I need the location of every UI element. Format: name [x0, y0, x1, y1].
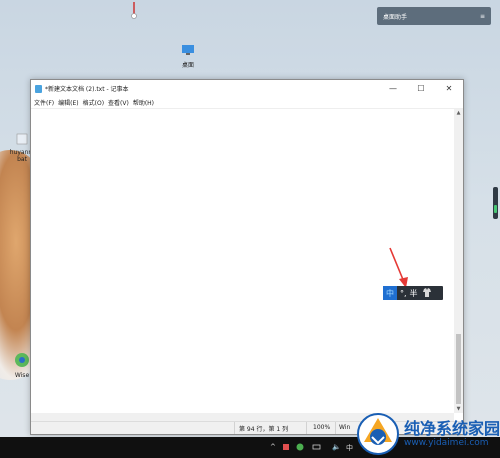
tray-up-icon[interactable]: ^: [270, 443, 276, 451]
scroll-thumb[interactable]: [456, 334, 461, 404]
speaker-icon[interactable]: 🔈: [332, 443, 341, 451]
menu-view[interactable]: 查看(V): [108, 98, 129, 107]
menu-format[interactable]: 格式(O): [83, 98, 104, 107]
watermark-url: www.yidaimei.com: [404, 438, 489, 448]
menu-bar: 文件(F) 编辑(E) 格式(O) 查看(V) 帮助(H): [31, 97, 463, 109]
window-title: *新建文本文档 (2).txt - 记事本: [45, 86, 129, 93]
logo-icon: [357, 413, 399, 455]
cursor-position: 第 94 行，第 1 列: [239, 426, 289, 433]
zoom-level: 100%: [313, 424, 331, 431]
tray-ime-indicator[interactable]: 中: [346, 443, 353, 453]
ime-width[interactable]: 半: [410, 288, 418, 299]
widget-label: 桌面助手: [383, 13, 408, 21]
line-ending: Win: [339, 424, 351, 431]
ime-mode[interactable]: 中: [383, 286, 397, 300]
watermark-title: 纯净系统家园: [404, 419, 500, 438]
side-slider[interactable]: [493, 187, 498, 219]
menu-icon[interactable]: ≡: [480, 13, 485, 20]
ime-toolbar[interactable]: 中 °, 半: [383, 286, 443, 300]
close-button[interactable]: ✕: [435, 80, 463, 97]
tray-battery-icon[interactable]: [312, 443, 322, 453]
tray-wechat-icon[interactable]: [296, 443, 304, 453]
shirt-icon[interactable]: [422, 287, 432, 299]
ime-punctuation[interactable]: °,: [400, 289, 407, 298]
annotation-arrow: [389, 247, 408, 288]
desktop-pin-icon: [131, 2, 137, 19]
maximize-button[interactable]: ☐: [407, 80, 435, 97]
tray-app-icon[interactable]: [282, 443, 290, 453]
menu-file[interactable]: 文件(F): [34, 98, 54, 107]
desktop-assistant-widget[interactable]: 桌面助手 ≡: [377, 7, 491, 25]
minimize-button[interactable]: —: [379, 80, 407, 97]
monitor-icon: [170, 44, 206, 58]
scroll-up-icon[interactable]: ▲: [454, 110, 463, 116]
title-bar[interactable]: *新建文本文档 (2).txt - 记事本 — ☐ ✕: [31, 80, 463, 97]
menu-edit[interactable]: 编辑(E): [58, 98, 78, 107]
desktop-icon-folder[interactable]: 桌面: [170, 44, 206, 69]
watermark-logo: 纯净系统家园 www.yidaimei.com: [356, 410, 500, 458]
desktop-icon-label: 桌面: [181, 62, 194, 69]
notepad-icon: [35, 84, 42, 93]
vertical-scrollbar[interactable]: ▲ ▼: [454, 109, 463, 413]
menu-help[interactable]: 帮助(H): [133, 98, 154, 107]
